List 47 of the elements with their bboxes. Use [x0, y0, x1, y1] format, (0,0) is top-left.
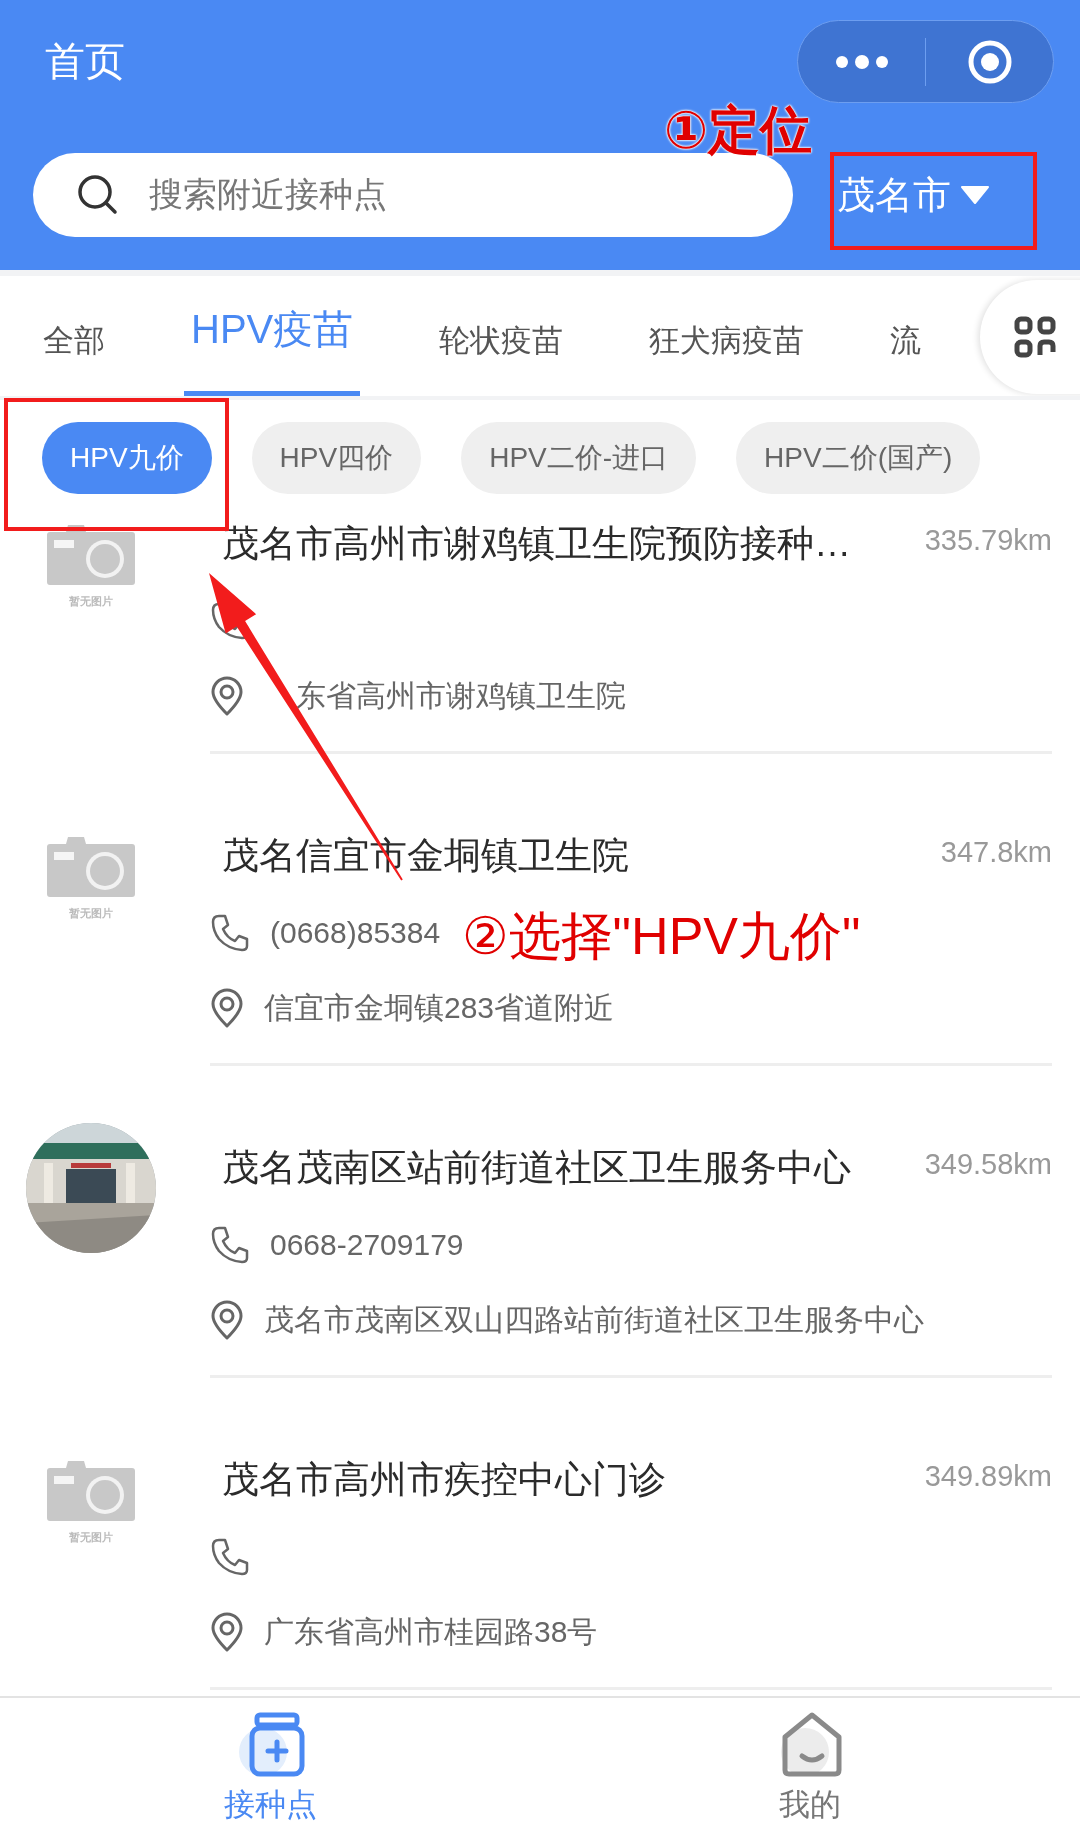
- filter-chip[interactable]: HPV四价: [251, 421, 422, 494]
- address-text: 信宜市金垌镇283省道附近: [264, 989, 615, 1026]
- category-tab[interactable]: 流: [847, 276, 965, 396]
- distance-label: 347.8km: [940, 835, 1052, 870]
- category-tab[interactable]: HPV疫苗: [148, 276, 397, 396]
- category-tab[interactable]: 全部: [0, 276, 148, 396]
- phone-number[interactable]: (0668)85384: [270, 916, 441, 950]
- distance-label: 335.79km: [924, 523, 1052, 558]
- category-grid-button[interactable]: [980, 280, 1080, 394]
- no-image-caption: 暂无图片: [69, 906, 113, 921]
- close-icon[interactable]: [966, 38, 1013, 85]
- location-pin-icon: [210, 676, 244, 716]
- camera-placeholder-icon: [46, 522, 136, 586]
- no-image-caption: 暂无图片: [69, 1530, 113, 1545]
- location-pin-icon: [210, 1612, 244, 1652]
- camera-placeholder-icon: [46, 834, 136, 898]
- site-name[interactable]: 茂名市高州市谢鸡镇卫生院预防接种…: [210, 522, 851, 566]
- site-name[interactable]: 茂名茂南区站前街道社区卫生服务中心: [210, 1146, 851, 1190]
- grid-icon: [1014, 316, 1056, 358]
- city-selector[interactable]: 茂名市: [837, 169, 989, 221]
- location-pin-icon: [210, 988, 244, 1028]
- nav-tab[interactable]: 我的: [540, 1698, 1080, 1840]
- category-tab[interactable]: 狂犬病疫苗: [606, 276, 848, 396]
- no-image-caption: 暂无图片: [69, 594, 113, 609]
- address-text: 东省高州市谢鸡镇卫生院: [296, 677, 626, 714]
- phone-icon: [210, 1225, 250, 1265]
- filter-chip[interactable]: HPV二价-进口: [461, 421, 697, 494]
- camera-placeholder-icon: [46, 1458, 136, 1522]
- annotation-label: ①定位: [664, 104, 813, 156]
- phone-icon: [210, 913, 250, 953]
- filter-chip[interactable]: HPV九价: [42, 421, 212, 494]
- location-pin-icon: [210, 1300, 244, 1340]
- category-tab[interactable]: 轮状疫苗: [396, 276, 607, 396]
- address-text: 广东省高州市桂园路38号: [264, 1613, 598, 1650]
- phone-icon: [210, 1537, 250, 1577]
- page-title: 首页: [45, 38, 125, 85]
- annotation-label: ②选择"HPV九价": [462, 910, 861, 962]
- address-text: 茂名市茂南区双山四路站前街道社区卫生服务中心: [264, 1301, 924, 1338]
- caret-icon: [961, 186, 989, 204]
- search-icon: [77, 174, 119, 216]
- nav-tab[interactable]: 接种点: [0, 1698, 540, 1840]
- site-name[interactable]: 茂名市高州市疾控中心门诊: [210, 1458, 666, 1502]
- distance-label: 349.58km: [924, 1147, 1052, 1182]
- phone-number[interactable]: 0668-2709179: [270, 1228, 464, 1262]
- more-icon[interactable]: [834, 54, 889, 69]
- distance-label: 349.89km: [924, 1459, 1052, 1494]
- filter-chip[interactable]: HPV二价(国产): [736, 421, 981, 494]
